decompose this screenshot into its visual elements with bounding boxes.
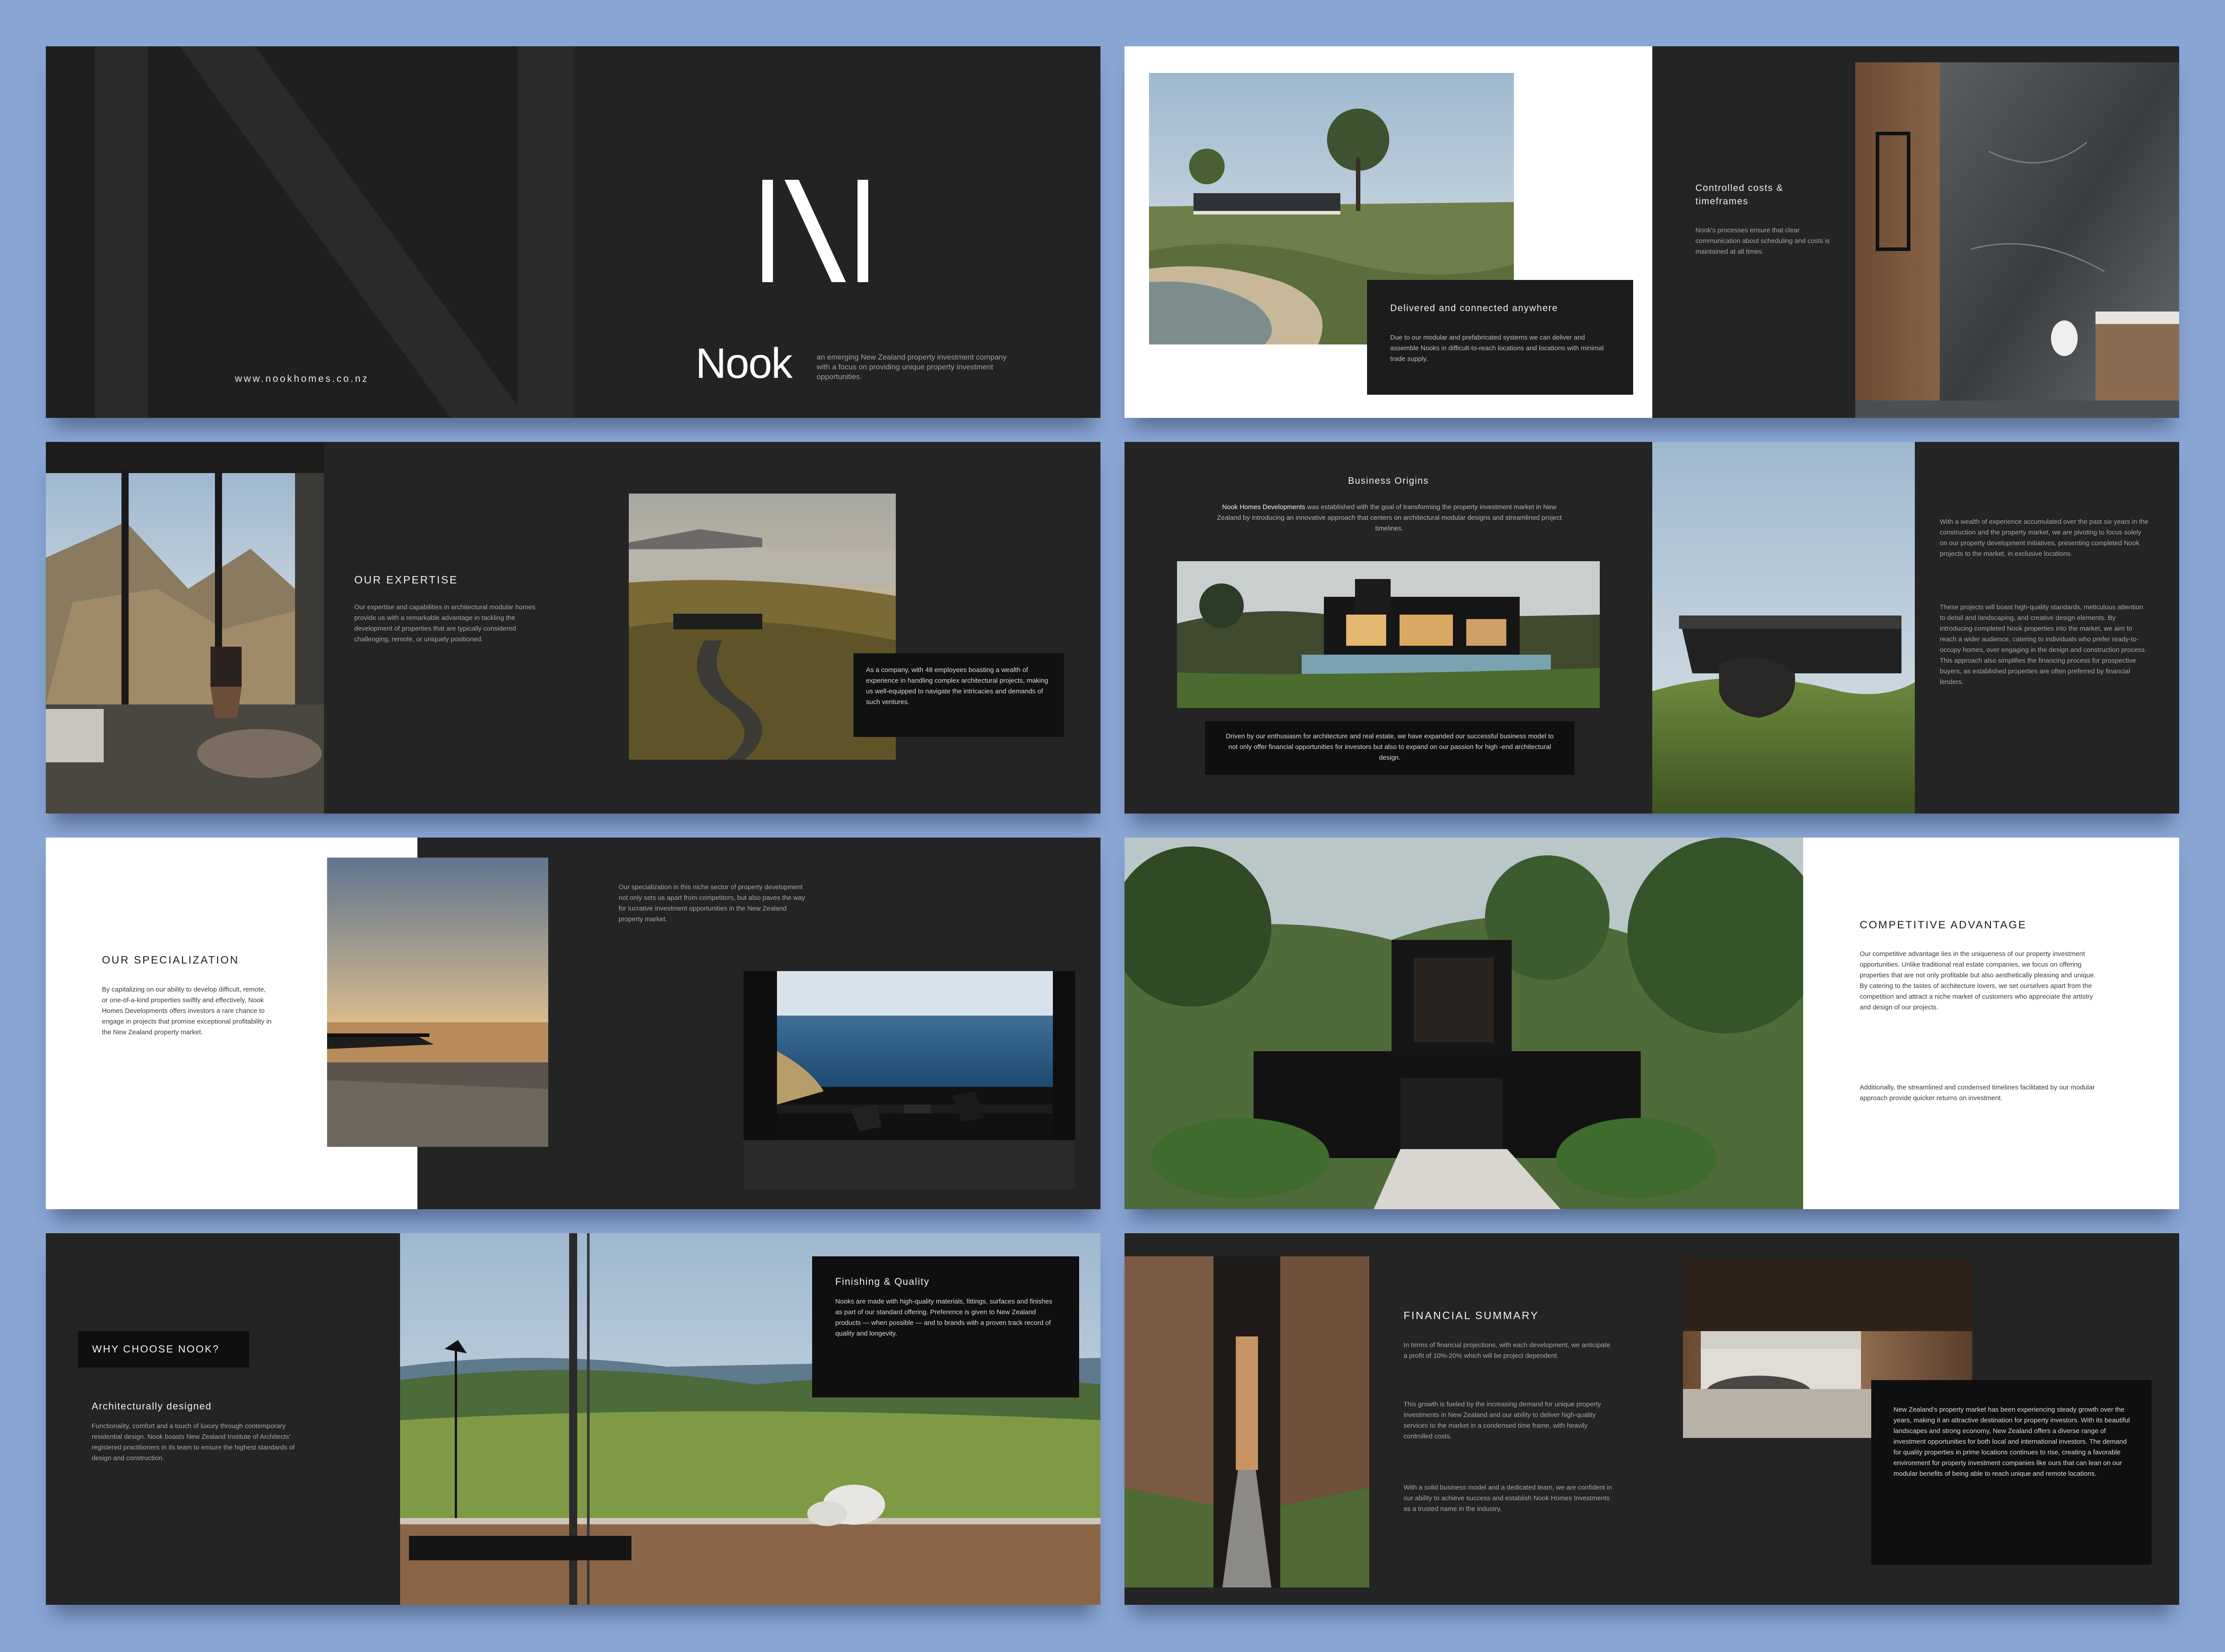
origins-title: Business Origins — [1125, 476, 1652, 486]
expertise-box-text: As a company, with 48 employees boasting… — [866, 666, 1048, 706]
delivered-body: Due to our modular and prefabricated sys… — [1390, 334, 1604, 363]
slide-expertise: OUR EXPERTISE Our expertise and capabili… — [46, 442, 1100, 814]
origins-lead: Nook Homes Developments was established … — [1216, 502, 1563, 534]
black-house-garden-photo — [1125, 838, 1803, 1209]
financial-p2: This growth is fueled by the increasing … — [1404, 1401, 1601, 1440]
origins-side-p2: These projects will boast high-quality s… — [1940, 603, 2147, 686]
slide-financial: FINANCIAL SUMMARY In terms of financial … — [1125, 1233, 2179, 1605]
wood-corridor-photo — [1125, 1256, 1369, 1587]
why-badge: WHY CHOOSE NOOK? — [78, 1331, 249, 1368]
monogram-watermark — [95, 46, 574, 418]
advantage-p1: Our competitive advantage lies in the un… — [1860, 950, 2096, 1011]
website-url[interactable]: www.nookhomes.co.nz — [235, 373, 369, 385]
nook-monogram-logo — [762, 180, 868, 282]
brand-tagline: an emerging New Zealand property investm… — [817, 353, 1007, 381]
slide-specialization: OUR SPECIALIZATION By capitalizing on ou… — [46, 838, 1100, 1209]
slide-delivered: Delivered and connected anywhere Due to … — [1125, 46, 2179, 418]
advantage-title: COMPETITIVE ADVANTAGE — [1860, 919, 2027, 931]
origins-caption-box: Driven by our enthusiasm for architectur… — [1205, 721, 1574, 775]
why-badge-text: WHY CHOOSE NOOK? — [92, 1343, 220, 1355]
origins-lead-bold: Nook Homes Developments — [1222, 503, 1306, 511]
lake-sunset-photo — [327, 858, 548, 1147]
finishing-body: Nooks are made with high-quality materia… — [835, 1298, 1052, 1337]
finishing-title: Finishing & Quality — [835, 1276, 930, 1287]
financial-box-text: New Zealand's property market has been e… — [1893, 1406, 2130, 1478]
why-subtitle: Architecturally designed — [92, 1401, 212, 1412]
advantage-p2: Additionally, the streamlined and conden… — [1860, 1084, 2095, 1102]
financial-title: FINANCIAL SUMMARY — [1404, 1310, 1539, 1322]
origins-box-text: Driven by our enthusiasm for architectur… — [1226, 733, 1554, 761]
costs-body: Nook's processes ensure that clear commu… — [1695, 227, 1830, 255]
specialization-title: OUR SPECIALIZATION — [102, 954, 239, 966]
financial-p3: With a solid business model and a dedica… — [1404, 1484, 1612, 1513]
origins-side-p1: With a wealth of experience accumulated … — [1940, 518, 2148, 558]
ocean-view-chairs-photo — [744, 971, 1075, 1189]
expertise-title: OUR EXPERTISE — [354, 574, 458, 586]
financial-caption-box: New Zealand's property market has been e… — [1871, 1380, 2152, 1565]
slide-why: WHY CHOOSE NOOK? Architecturally designe… — [46, 1233, 1100, 1605]
brand-wordmark: Nook — [696, 340, 793, 387]
costs-title: Controlled costs & timeframes — [1695, 183, 1784, 206]
origins-title-text: Business Origins — [1348, 476, 1429, 486]
bathroom-photo — [1855, 62, 2179, 418]
expertise-caption-box: As a company, with 48 employees boasting… — [854, 653, 1064, 737]
delivered-title: Delivered and connected anywhere — [1390, 303, 1558, 313]
finishing-caption-box: Finishing & Quality Nooks are made with … — [812, 1256, 1079, 1397]
delivered-caption-box: Delivered and connected anywhere Due to … — [1367, 280, 1633, 395]
cantilever-house-photo — [1652, 442, 1915, 814]
slide-cover: www.nookhomes.co.nz Nook an emerging New… — [46, 46, 1100, 418]
slide-advantage: COMPETITIVE ADVANTAGE Our competitive ad… — [1125, 838, 2179, 1209]
expertise-body: Our expertise and capabilities in archit… — [354, 603, 535, 643]
financial-p1: In terms of financial projections, with … — [1404, 1341, 1610, 1360]
specialization-body: By capitalizing on our ability to develo… — [102, 986, 272, 1036]
interior-mountain-photo — [46, 442, 324, 814]
why-body: Functionality, comfort and a touch of lu… — [92, 1422, 295, 1462]
slide-origins: Business Origins Nook Homes Developments… — [1125, 442, 2179, 814]
specialization-right-text: Our specialization in this niche sector … — [619, 883, 805, 923]
night-house-photo — [1177, 561, 1600, 708]
